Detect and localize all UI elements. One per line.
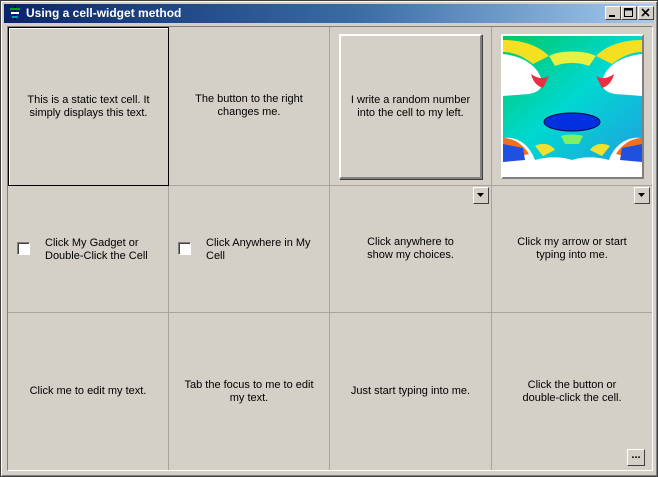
tab-focus-label: Tab the focus to me to edit my text. — [184, 378, 314, 404]
edit-text-cell[interactable]: Click me to edit my text. — [8, 313, 168, 470]
anywhere-checkbox-label: Click Anywhere in My Cell — [206, 237, 311, 262]
close-icon — [641, 8, 650, 17]
chevron-down-icon — [638, 193, 645, 197]
surface-plot-graphic — [503, 36, 642, 177]
close-button[interactable] — [638, 6, 654, 20]
choices-dropdown-cell[interactable]: Click anywhere to show my choices. — [330, 186, 491, 312]
surface-plot-image — [501, 34, 644, 179]
anywhere-checkbox[interactable] — [178, 242, 191, 255]
static-text-label: This is a static text cell. It simply di… — [27, 93, 150, 119]
choices-dropdown-arrow[interactable] — [473, 187, 489, 204]
typing-label: Just start typing into me. — [350, 385, 471, 397]
button-dblclick-label: Click the button or double-click the cel… — [522, 378, 622, 404]
gadget-checkbox-label: Click My Gadget or Double-Click the Cell — [45, 237, 148, 262]
ellipsis-button[interactable]: ... — [627, 449, 645, 466]
app-tree-icon — [10, 6, 20, 20]
minimize-button[interactable] — [605, 6, 621, 20]
random-number-button-label: I write a random number into the cell to… — [350, 93, 471, 119]
edit-text-label: Click me to edit my text. — [29, 385, 147, 397]
random-number-button[interactable]: I write a random number into the cell to… — [339, 34, 482, 179]
main-window: Using a cell-widget method This is a sta… — [0, 0, 658, 477]
choices-dropdown-text: Click anywhere to show my choices. — [367, 236, 454, 261]
static-text-cell[interactable]: This is a static text cell. It simply di… — [8, 27, 169, 186]
minimize-icon — [609, 15, 615, 17]
tab-focus-cell[interactable]: Tab the focus to me to edit my text. — [169, 313, 329, 470]
title-bar[interactable]: Using a cell-widget method — [4, 4, 654, 23]
ellipsis-label: ... — [631, 449, 641, 461]
cell-grid: This is a static text cell. It simply di… — [7, 26, 653, 471]
typing-cell[interactable]: Just start typing into me. — [330, 313, 491, 470]
maximize-button[interactable] — [621, 6, 637, 20]
gadget-checkbox[interactable] — [17, 242, 30, 255]
arrow-typing-dropdown-arrow[interactable] — [634, 187, 650, 204]
arrow-typing-cell[interactable]: Click my arrow or start typing into me. — [492, 186, 652, 312]
changeable-text-label: The button to the right changes me. — [195, 93, 303, 118]
maximize-icon — [624, 8, 633, 17]
chevron-down-icon — [477, 193, 484, 197]
changeable-text-cell[interactable]: The button to the right changes me. — [169, 27, 329, 185]
window-title: Using a cell-widget method — [26, 6, 182, 20]
arrow-typing-text: Click my arrow or start typing into me. — [517, 236, 627, 261]
button-dblclick-cell[interactable]: Click the button or double-click the cel… — [492, 313, 652, 470]
